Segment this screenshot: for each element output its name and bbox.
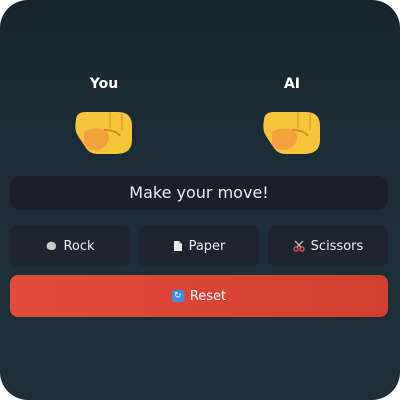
move-buttons: Rock Paper Scissors (10, 225, 388, 267)
player-you: You (44, 72, 164, 160)
player-ai-label: AI (283, 76, 301, 92)
refresh-icon: ↻ (171, 290, 184, 302)
paper-icon (173, 240, 183, 252)
scissors-icon (292, 240, 305, 252)
rock-icon (45, 240, 57, 252)
fist-icon (70, 106, 138, 160)
scissors-label: Scissors (310, 238, 364, 254)
status-message: Make your move! (10, 176, 388, 210)
player-you-label: You (89, 76, 119, 92)
reset-label: Reset (189, 288, 227, 304)
rock-label: Rock (63, 238, 95, 254)
paper-button[interactable]: Paper (139, 225, 259, 267)
rock-button[interactable]: Rock (10, 225, 130, 267)
fist-icon (258, 106, 326, 160)
player-ai: AI (232, 72, 352, 160)
scissors-button[interactable]: Scissors (268, 225, 388, 267)
game-panel: You AI Make your move! Rock Paper Scisso… (0, 0, 400, 400)
players-area: You AI (0, 72, 400, 172)
paper-label: Paper (188, 238, 226, 254)
reset-button[interactable]: ↻ Reset (10, 275, 388, 317)
